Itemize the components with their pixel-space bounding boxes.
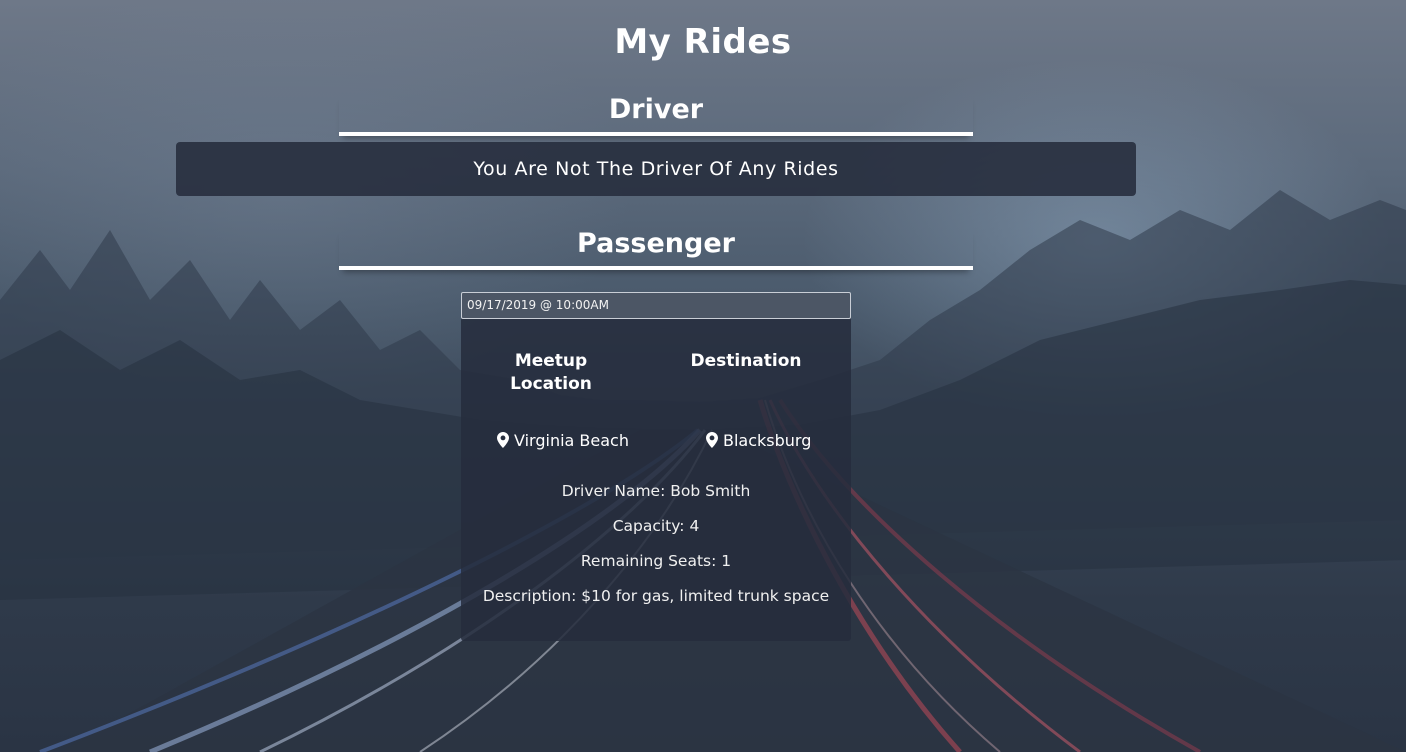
ride-card: 09/17/2019 @ 10:00AM Meetup Location Des… (461, 292, 851, 641)
ride-description: Description: $10 for gas, limited trunk … (482, 587, 830, 605)
map-marker-icon (497, 432, 509, 448)
meetup-location-text: Virginia Beach (514, 431, 629, 450)
driver-empty-message: You Are Not The Driver Of Any Rides (176, 142, 1136, 196)
destination-heading: Destination (690, 351, 802, 371)
driver-section-heading: Driver (339, 94, 973, 136)
destination-text: Blacksburg (723, 431, 812, 450)
passenger-section-heading: Passenger (339, 228, 973, 270)
meetup-location: Virginia Beach (497, 430, 629, 452)
remaining-seats: Remaining Seats: 1 (580, 552, 732, 570)
capacity: Capacity: 4 (612, 517, 700, 535)
page-title: My Rides (614, 22, 792, 62)
meetup-location-heading: Meetup Location (510, 351, 592, 394)
ride-datetime: 09/17/2019 @ 10:00AM (461, 292, 851, 319)
map-marker-icon (706, 432, 718, 448)
driver-name: Driver Name: Bob Smith (561, 482, 751, 500)
destination-location: Blacksburg (706, 430, 811, 452)
